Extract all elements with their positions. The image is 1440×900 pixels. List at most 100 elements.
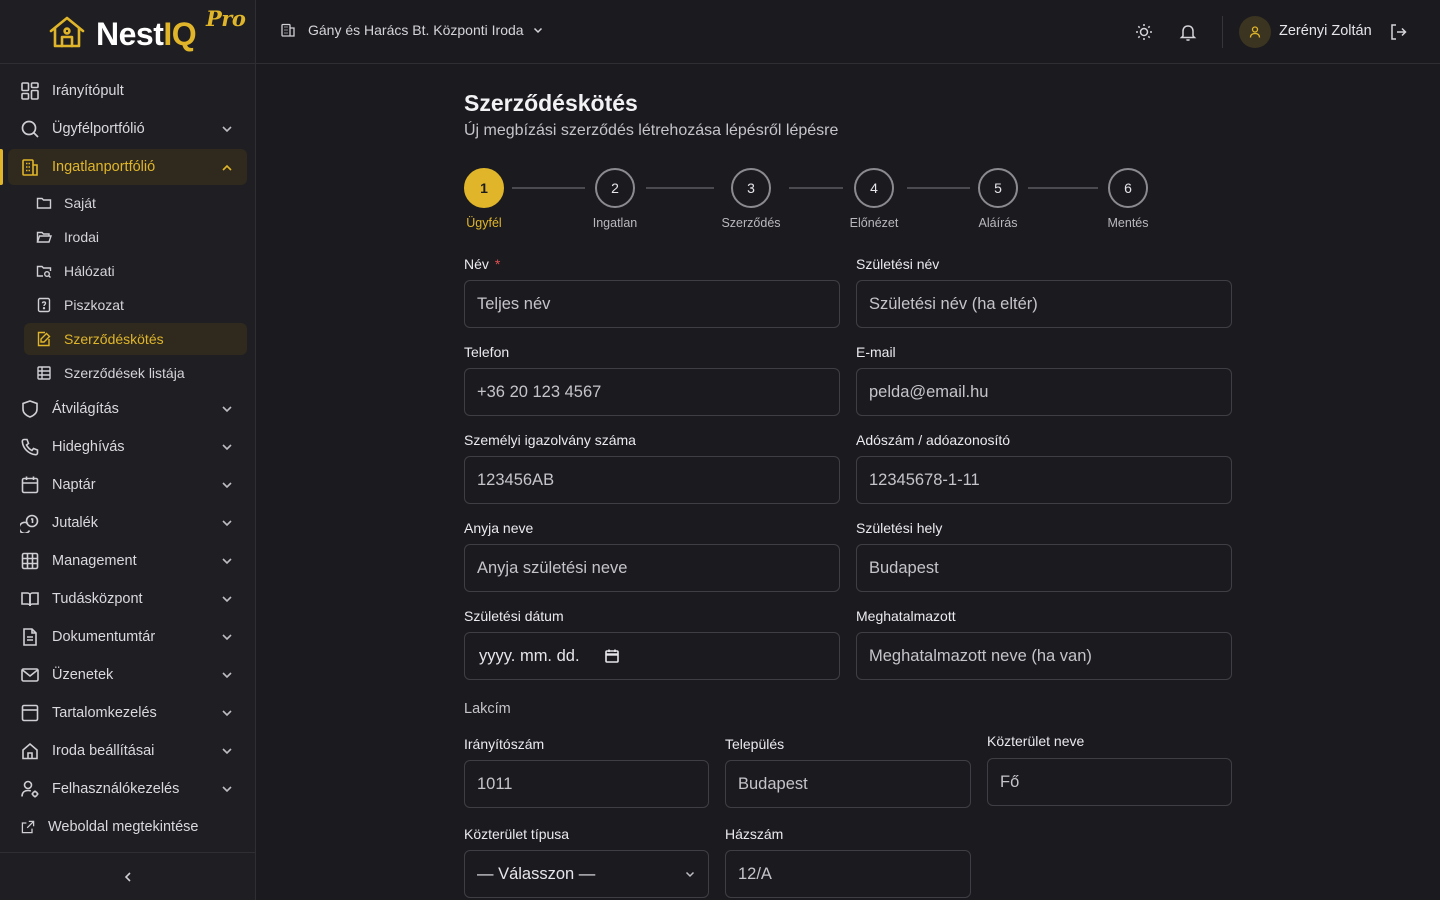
step-property[interactable]: 2 Ingatlan — [593, 168, 637, 230]
sidebar-item-screening[interactable]: Átvilágítás — [0, 390, 255, 428]
mother-name-label: Anyja neve — [464, 520, 534, 536]
email-input[interactable]: pelda@email.hu — [856, 368, 1232, 416]
sidebar-item-management[interactable]: Management — [0, 542, 255, 580]
sidebar-item-document-library[interactable]: Dokumentumtár — [0, 618, 255, 656]
folder-search-icon — [36, 265, 52, 278]
chevron-down-icon — [222, 126, 232, 133]
home-icon — [22, 742, 38, 760]
step-label: Ügyfél — [466, 216, 502, 230]
folder-icon — [36, 197, 52, 209]
username[interactable]: Zerényi Zoltán — [1279, 23, 1372, 39]
birth-name-label: Születési név — [856, 256, 940, 272]
phone-input[interactable]: +36 20 123 4567 — [464, 368, 840, 416]
chevron-up-icon — [222, 164, 232, 171]
street-type-field-group: Közterület típusa — Válasszon — — [464, 826, 709, 898]
sidebar-item-label: Átvilágítás — [52, 401, 119, 417]
sidebar-item-label: Dokumentumtár — [52, 629, 156, 645]
chevron-down-icon — [222, 672, 232, 679]
birth-date-input[interactable]: yyyy. mm. dd. — [464, 632, 840, 680]
proxy-input[interactable]: Meghatalmazott neve (ha van) — [856, 632, 1232, 680]
street-name-label: Közterület neve — [987, 733, 1085, 749]
submenu-item-contract[interactable]: Szerződéskötés — [24, 323, 247, 355]
grid-table-icon — [21, 552, 39, 570]
chevron-down-icon — [222, 786, 232, 793]
birth-place-input[interactable]: Budapest — [856, 544, 1232, 592]
id-number-input[interactable]: 123456AB — [464, 456, 840, 504]
sidebar-item-messages[interactable]: Üzenetek — [0, 656, 255, 694]
tax-id-field-group: Adószám / adóazonosító 12345678-1-11 — [856, 432, 1232, 504]
brand-name: NestIQ Pro — [96, 5, 246, 52]
sidebar-nav: Irányítópult Ügyfélportfólió Ingatlanpor… — [0, 64, 255, 846]
submenu-item-own[interactable]: Saját — [0, 186, 255, 220]
step-number: 5 — [978, 168, 1018, 208]
street-type-select[interactable]: — Válasszon — — [464, 850, 709, 898]
sidebar-item-content-management[interactable]: Tartalomkezelés — [0, 694, 255, 732]
sidebar-item-label: Ingatlanportfólió — [52, 159, 156, 175]
name-input[interactable]: Teljes név — [464, 280, 840, 328]
submenu-item-label: Hálózati — [64, 263, 115, 279]
required-marker: * — [494, 256, 501, 272]
sidebar-item-label: Tudásközpont — [52, 591, 143, 607]
step-signature[interactable]: 5 Aláírás — [978, 168, 1018, 230]
office-selector[interactable]: Gány és Harács Bt. Központi Iroda — [280, 22, 544, 38]
avatar[interactable] — [1239, 16, 1271, 48]
sidebar-item-knowledge-center[interactable]: Tudásközpont — [0, 580, 255, 618]
submenu-item-draft[interactable]: Piszkozat — [0, 288, 255, 322]
step-save[interactable]: 6 Mentés — [1108, 168, 1149, 230]
submenu-item-contract-list[interactable]: Szerződések listája — [0, 356, 255, 390]
sidebar-collapse-button[interactable] — [0, 852, 255, 900]
book-open-icon — [21, 592, 39, 607]
header-divider — [1222, 16, 1223, 48]
sidebar-item-label: Naptár — [52, 477, 96, 493]
phone-icon — [21, 438, 39, 456]
tax-id-input[interactable]: 12345678-1-11 — [856, 456, 1232, 504]
sidebar-item-cold-call[interactable]: Hideghívás — [0, 428, 255, 466]
sidebar-item-client-portfolio[interactable]: Ügyfélportfólió — [0, 110, 255, 148]
sidebar-item-label: Tartalomkezelés — [52, 705, 157, 721]
street-type-label: Közterület típusa — [464, 826, 570, 842]
sidebar-item-property-portfolio[interactable]: Ingatlanportfólió — [0, 149, 247, 185]
sidebar-item-calendar[interactable]: Naptár — [0, 466, 255, 504]
step-label: Aláírás — [978, 216, 1018, 230]
step-connector — [512, 187, 585, 189]
submenu-item-label: Piszkozat — [64, 297, 124, 313]
calendar-icon — [21, 476, 39, 494]
step-client[interactable]: 1 Ügyfél — [464, 168, 504, 230]
mother-name-input[interactable]: Anyja születési neve — [464, 544, 840, 592]
file-text-icon — [23, 628, 37, 646]
bell-icon[interactable] — [1178, 22, 1198, 42]
logo[interactable]: NestIQ Pro — [0, 0, 255, 64]
zip-input[interactable]: 1011 — [464, 760, 709, 808]
birth-place-field-group: Születési hely Budapest — [856, 520, 1232, 592]
proxy-field-group: Meghatalmazott Meghatalmazott neve (ha v… — [856, 608, 1232, 680]
birth-name-input[interactable]: Születési név (ha eltér) — [856, 280, 1232, 328]
sidebar-item-view-website[interactable]: Weboldal megtekintése — [0, 808, 255, 846]
chevron-down-icon — [685, 871, 695, 878]
tax-id-label: Adószám / adóazonosító — [856, 432, 1011, 448]
chevron-down-icon — [222, 748, 232, 755]
stepper: 1 Ügyfél 2 Ingatlan 3 Szerződés 4 Előnéz… — [464, 168, 1164, 230]
street-name-input[interactable]: Fő — [987, 758, 1232, 806]
layout-icon — [21, 704, 39, 722]
birth-date-field-group: Születési dátum yyyy. mm. dd. — [464, 608, 840, 680]
sidebar-item-label: Iroda beállításai — [52, 743, 155, 759]
sidebar-item-user-management[interactable]: Felhasználókezelés — [0, 770, 255, 808]
sidebar-item-label: Management — [52, 553, 137, 569]
city-input[interactable]: Budapest — [725, 760, 971, 808]
sidebar-item-office-settings[interactable]: Iroda beállításai — [0, 732, 255, 770]
submenu-item-office[interactable]: Irodai — [0, 220, 255, 254]
id-number-field-group: Személyi igazolvány száma 123456AB — [464, 432, 840, 504]
step-label: Előnézet — [849, 216, 899, 230]
house-number-input[interactable]: 12/A — [725, 850, 971, 898]
sidebar-item-commission[interactable]: Jutalék — [0, 504, 255, 542]
user-cog-icon — [21, 780, 39, 798]
calendar-icon[interactable] — [604, 648, 620, 664]
logout-icon[interactable] — [1388, 22, 1408, 42]
sun-icon[interactable] — [1134, 22, 1154, 42]
step-preview[interactable]: 4 Előnézet — [850, 168, 898, 230]
step-contract[interactable]: 3 Szerződés — [721, 168, 781, 230]
chevron-down-icon — [222, 634, 232, 641]
sidebar-item-dashboard[interactable]: Irányítópult — [0, 72, 255, 110]
submenu-item-network[interactable]: Hálózati — [0, 254, 255, 288]
birth-name-field-group: Születési név Születési név (ha eltér) — [856, 256, 1232, 328]
